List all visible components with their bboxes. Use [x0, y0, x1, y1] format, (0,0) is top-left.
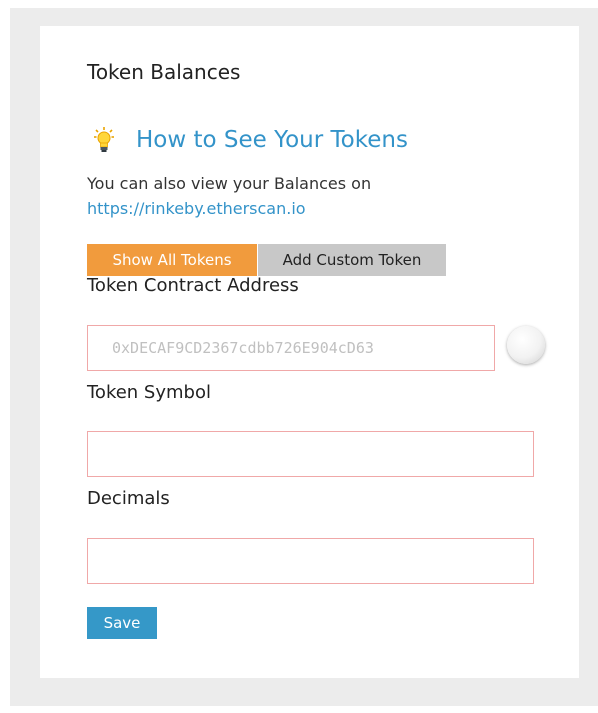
show-all-tokens-button[interactable]: Show All Tokens [87, 244, 257, 276]
etherscan-link[interactable]: https://rinkeby.etherscan.io [87, 199, 306, 218]
decimals-input[interactable] [87, 538, 534, 584]
token-contract-address-input[interactable] [87, 325, 495, 371]
save-button[interactable]: Save [87, 607, 157, 639]
page-background: Token Balances How to See Your Tokens Yo… [10, 8, 598, 706]
address-identicon [507, 326, 545, 364]
balances-description: You can also view your Balances on [87, 174, 372, 193]
lightbulb-icon [94, 127, 114, 152]
token-symbol-input[interactable] [87, 431, 534, 477]
token-panel: Token Balances How to See Your Tokens Yo… [40, 26, 579, 678]
how-to-see-tokens[interactable]: How to See Your Tokens [87, 123, 408, 157]
decimals-label: Decimals [87, 488, 170, 509]
panel-title: Token Balances [87, 60, 241, 84]
token-contract-address-label: Token Contract Address [87, 275, 299, 296]
how-to-link[interactable]: How to See Your Tokens [136, 127, 408, 153]
add-custom-token-button[interactable]: Add Custom Token [258, 244, 446, 276]
token-symbol-label: Token Symbol [87, 382, 211, 403]
